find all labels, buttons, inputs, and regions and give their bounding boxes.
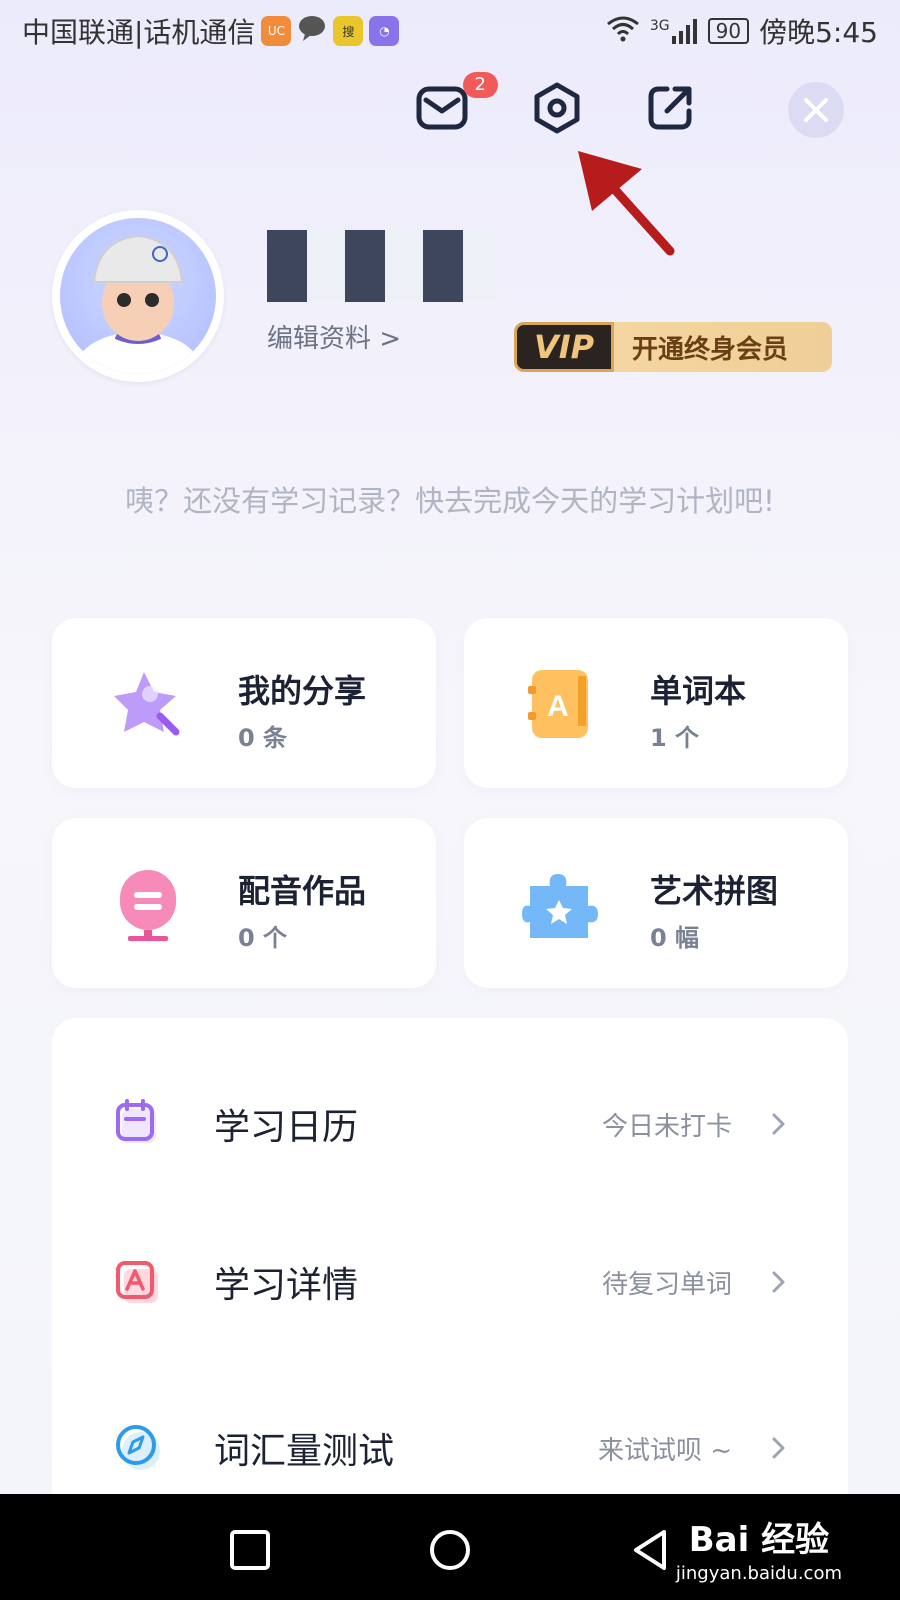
card-word-book[interactable]: A 单词本 1 个	[464, 618, 848, 788]
word-book-icon: A	[528, 670, 588, 738]
home-button[interactable]	[428, 1528, 472, 1572]
watermark-title: Bai 经验	[688, 1520, 830, 1560]
vip-cta-label: 开通终身会员	[632, 334, 789, 365]
share-button[interactable]	[640, 78, 700, 138]
empty-study-hint: 咦？还没有学习记录？快去完成今天的学习计划吧!	[125, 484, 775, 518]
uc-browser-icon: UC	[261, 16, 292, 46]
stats-app-icon: ◔	[369, 16, 400, 46]
sogou-icon: 搜	[333, 16, 364, 46]
carrier-label: 中国联通|话机通信	[22, 16, 256, 49]
card-title: 我的分享	[238, 672, 367, 710]
avatar[interactable]	[52, 210, 224, 382]
cellular-signal-icon: 3G	[650, 18, 698, 44]
wifi-icon	[606, 14, 640, 49]
system-navigation-bar: Bai 经验 jingyan.baidu.com	[0, 1494, 900, 1600]
card-my-shares[interactable]: 我的分享 0 条	[52, 618, 436, 788]
list-item-status: 来试试呗 ~	[597, 1435, 732, 1466]
close-button[interactable]	[788, 82, 844, 138]
card-title: 配音作品	[238, 872, 367, 910]
battery-indicator: 90	[707, 18, 750, 44]
edit-profile-link[interactable]: 编辑资料 >	[267, 318, 401, 355]
svg-text:A: A	[547, 690, 569, 723]
list-item-label: 词汇量测试	[214, 1431, 395, 1472]
profile-section: 编辑资料 > VIP 开通终身会员	[52, 210, 852, 390]
puzzle-icon	[522, 874, 598, 938]
close-icon	[804, 98, 828, 122]
card-title: 艺术拼图	[650, 872, 779, 910]
card-count: 0 幅	[650, 924, 700, 952]
baidu-jingyan-watermark: Bai 经验 jingyan.baidu.com	[676, 1512, 842, 1584]
gear-icon	[534, 82, 580, 134]
share-icon	[648, 86, 692, 130]
settings-button[interactable]	[527, 78, 587, 138]
study-detail-icon	[116, 1261, 158, 1303]
card-count: 0 个	[238, 924, 288, 952]
back-button[interactable]	[628, 1528, 672, 1572]
microphone-icon	[120, 870, 176, 941]
clock: 傍晚5:45	[759, 16, 878, 49]
card-count: 0 条	[238, 724, 288, 752]
message-count-badge: 2	[462, 72, 498, 98]
list-item-label: 学习日历	[214, 1107, 359, 1148]
study-menu-list: 学习日历 今日未打卡 学习详情 待复习单词 词汇量测试 来试试呗 ~	[52, 1018, 848, 1518]
chevron-right-icon	[772, 1437, 785, 1459]
status-bar: 中国联通|话机通信 UC 搜 ◔ 3G 90 傍晚5:45	[0, 0, 900, 62]
list-item-label: 学习详情	[214, 1265, 359, 1306]
list-item-vocabulary-test[interactable]: 词汇量测试 来试试呗 ~	[52, 1398, 848, 1498]
username-redacted	[267, 230, 497, 302]
chevron-right-icon	[772, 1271, 785, 1293]
calendar-icon	[116, 1099, 156, 1143]
vip-tag: VIP	[514, 322, 614, 372]
chat-bubble-icon	[297, 14, 327, 49]
watermark-url: jingyan.baidu.com	[675, 1563, 842, 1584]
card-dubbing-works[interactable]: 配音作品 0 个	[52, 818, 436, 988]
star-wand-icon	[114, 672, 180, 736]
chevron-right-icon	[772, 1113, 785, 1135]
list-item-status: 今日未打卡	[601, 1111, 732, 1142]
card-title: 单词本	[650, 672, 747, 710]
mail-icon	[416, 86, 468, 130]
avatar-illustration	[76, 234, 200, 374]
list-item-study-calendar[interactable]: 学习日历 今日未打卡	[52, 1074, 848, 1174]
card-count: 1 个	[650, 724, 700, 752]
top-action-bar: 2	[0, 72, 900, 142]
compass-icon	[116, 1425, 160, 1470]
card-art-puzzle[interactable]: 艺术拼图 0 幅	[464, 818, 848, 988]
list-item-study-details[interactable]: 学习详情 待复习单词	[52, 1232, 848, 1332]
vip-upgrade-banner[interactable]: VIP 开通终身会员	[514, 322, 832, 372]
list-item-status: 待复习单词	[601, 1269, 732, 1300]
recents-button[interactable]	[228, 1528, 272, 1572]
messages-button[interactable]: 2	[412, 72, 498, 138]
